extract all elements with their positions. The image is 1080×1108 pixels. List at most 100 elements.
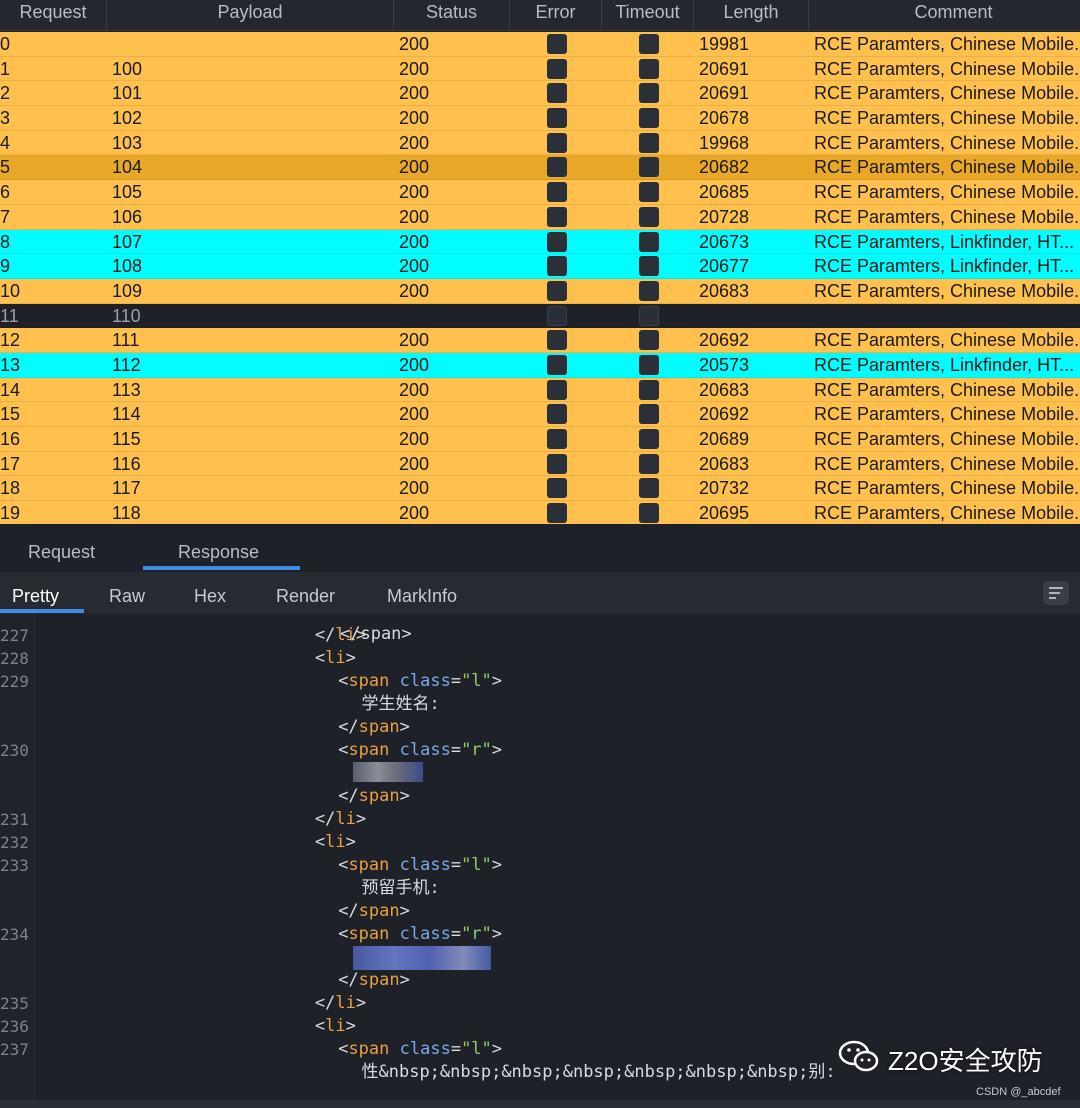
cell-payload: 106 (112, 206, 143, 227)
line-number: 234 (0, 925, 29, 944)
response-code-view[interactable]: 227 </li> 228 <li> 229 <span class="l"> 学生姓名: <… (0, 614, 1080, 1108)
code-text: <span class="l"> (338, 855, 503, 875)
timeout-checkbox (639, 34, 659, 54)
cell-status: 200 (399, 503, 430, 524)
cell-status: 200 (399, 354, 430, 375)
cell-comment: RCE Paramters, Chinese Mobile... (814, 429, 1080, 449)
code-text: <span class="r"> (338, 924, 503, 944)
line-number: 231 (0, 810, 29, 829)
cell-status: 200 (399, 330, 430, 351)
column-header-request[interactable]: Request (0, 0, 107, 30)
tab-render[interactable]: Render (276, 586, 335, 607)
cell-comment: RCE Paramters, Chinese Mobile... (814, 34, 1080, 54)
cell-payload: 109 (112, 280, 143, 301)
cell-length: 20682 (699, 157, 750, 178)
error-checkbox (547, 206, 567, 227)
watermark-sub: CSDN @_abcdef (976, 1086, 1061, 1098)
timeout-checkbox (639, 453, 659, 474)
table-row[interactable]: 0 200 19981 RCE Paramters, Chinese Mobile..… (0, 32, 1080, 57)
cell-length: 20728 (699, 206, 750, 227)
cell-comment: RCE Paramters, Chinese Mobile... (814, 132, 1080, 153)
table-row[interactable]: 12 111 200 20692 RCE Paramters, Chinese Mobi… (0, 328, 1080, 353)
column-header-timeout[interactable]: Timeout (602, 0, 694, 30)
cell-length: 20683 (699, 453, 750, 474)
code-text: </li> (314, 809, 367, 829)
cell-request: 14 (0, 379, 21, 400)
column-header-comment[interactable]: Comment (809, 0, 1080, 30)
cell-request: 0 (0, 34, 11, 54)
table-row[interactable]: 4 103 200 19968 RCE Paramters, Chinese Mobil… (0, 130, 1080, 156)
column-header-error[interactable]: Error (510, 0, 602, 30)
timeout-checkbox (639, 354, 659, 375)
cell-status: 200 (399, 280, 430, 301)
table-row[interactable]: 7 106 200 20728 RCE Paramters, Chinese Mobil… (0, 204, 1080, 230)
table-row[interactable]: 17 116 200 20683 RCE Paramters, Chinese Mobi… (0, 451, 1080, 477)
cell-request: 7 (0, 206, 11, 227)
error-checkbox (547, 305, 567, 326)
timeout-checkbox (639, 256, 659, 277)
code-text: </span> (338, 901, 410, 921)
table-row[interactable]: 16 115 200 20689 RCE Paramters, Chinese Mobi… (0, 427, 1080, 452)
cell-length: 20677 (699, 256, 750, 277)
cell-status: 200 (399, 256, 430, 277)
error-checkbox (547, 280, 567, 301)
table-row[interactable]: 15 114 200 20692 RCE Paramters, Chinese Mobi… (0, 402, 1080, 427)
cell-status: 200 (399, 157, 430, 178)
error-checkbox (547, 503, 567, 524)
error-checkbox (547, 354, 567, 375)
line-number: 229 (0, 672, 29, 691)
cell-length: 20685 (699, 182, 750, 203)
table-row[interactable]: 18 117 200 20732 RCE Paramters, Chinese Mobi… (0, 476, 1080, 502)
cell-comment: RCE Paramters, Chinese Mobile... (814, 379, 1080, 400)
table-row[interactable]: 2 101 200 20691 RCE Paramters, Chinese Mobil… (0, 81, 1080, 107)
timeout-checkbox (639, 182, 659, 203)
table-row[interactable]: 10 109 200 20683 RCE Paramters, Chinese Mobi… (0, 278, 1080, 304)
cell-comment: RCE Paramters, Chinese Mobile... (814, 330, 1080, 351)
column-header-payload[interactable]: Payload (107, 0, 394, 30)
table-header: Request Payload Status Error Timeout Len… (0, 0, 1080, 31)
cell-request: 16 (0, 429, 21, 449)
column-header-length[interactable]: Length (694, 0, 809, 30)
active-tab-indicator (143, 566, 300, 570)
table-row[interactable]: 8 107 200 20673 RCE Paramters, Linkfinder, H… (0, 229, 1080, 255)
tab-request[interactable]: Request (28, 542, 95, 563)
tab-hex[interactable]: Hex (194, 586, 226, 607)
cell-payload: 117 (112, 478, 141, 499)
cell-request: 12 (0, 330, 21, 351)
cell-payload: 100 (112, 58, 143, 79)
wrap-lines-icon[interactable] (1043, 581, 1069, 605)
cell-length: 20695 (699, 503, 750, 524)
cell-payload: 112 (112, 354, 141, 375)
tab-response[interactable]: Response (178, 542, 259, 563)
tab-markinfo[interactable]: MarkInfo (387, 586, 457, 607)
table-row[interactable]: 14 113 200 20683 RCE Paramters, Chinese Mobi… (0, 377, 1080, 403)
table-row[interactable]: 9 108 200 20677 RCE Paramters, Linkfinder, H… (0, 254, 1080, 279)
table-row[interactable]: 19 118 200 20695 RCE Paramters, Chinese Mobi… (0, 501, 1080, 524)
table-row[interactable]: 6 105 200 20685 RCE Paramters, Chinese Mobil… (0, 180, 1080, 205)
timeout-checkbox (639, 478, 659, 499)
active-view-indicator (0, 609, 84, 613)
table-row[interactable]: 3 102 200 20678 RCE Paramters, Chinese Mobil… (0, 106, 1080, 131)
cell-payload: 107 (112, 231, 143, 252)
table-row[interactable]: 13 112 200 20573 RCE Paramters, Linkfinder, … (0, 352, 1080, 378)
timeout-checkbox (639, 132, 659, 153)
table-row[interactable]: 11 110 (0, 303, 1080, 329)
timeout-checkbox (639, 305, 659, 326)
cell-request: 6 (0, 182, 11, 203)
cell-payload: 113 (112, 379, 141, 400)
cell-length: 20691 (699, 83, 750, 104)
cell-request: 4 (0, 132, 11, 153)
tab-pretty[interactable]: Pretty (12, 586, 59, 607)
cell-status: 200 (399, 404, 430, 425)
table-row[interactable]: 5 104 200 20682 RCE Paramters, Chinese Mobil… (0, 155, 1080, 181)
error-checkbox (547, 379, 567, 400)
cell-payload: 104 (112, 157, 143, 178)
redacted-name (353, 762, 423, 782)
column-header-status[interactable]: Status (394, 0, 510, 30)
cell-status: 200 (399, 478, 430, 499)
tab-raw[interactable]: Raw (109, 586, 145, 607)
cell-payload: 101 (112, 83, 143, 104)
cell-length: 20683 (699, 280, 750, 301)
cell-payload: 116 (112, 453, 141, 474)
table-row[interactable]: 1 100 200 20691 RCE Paramters, Chinese Mobil… (0, 56, 1080, 82)
